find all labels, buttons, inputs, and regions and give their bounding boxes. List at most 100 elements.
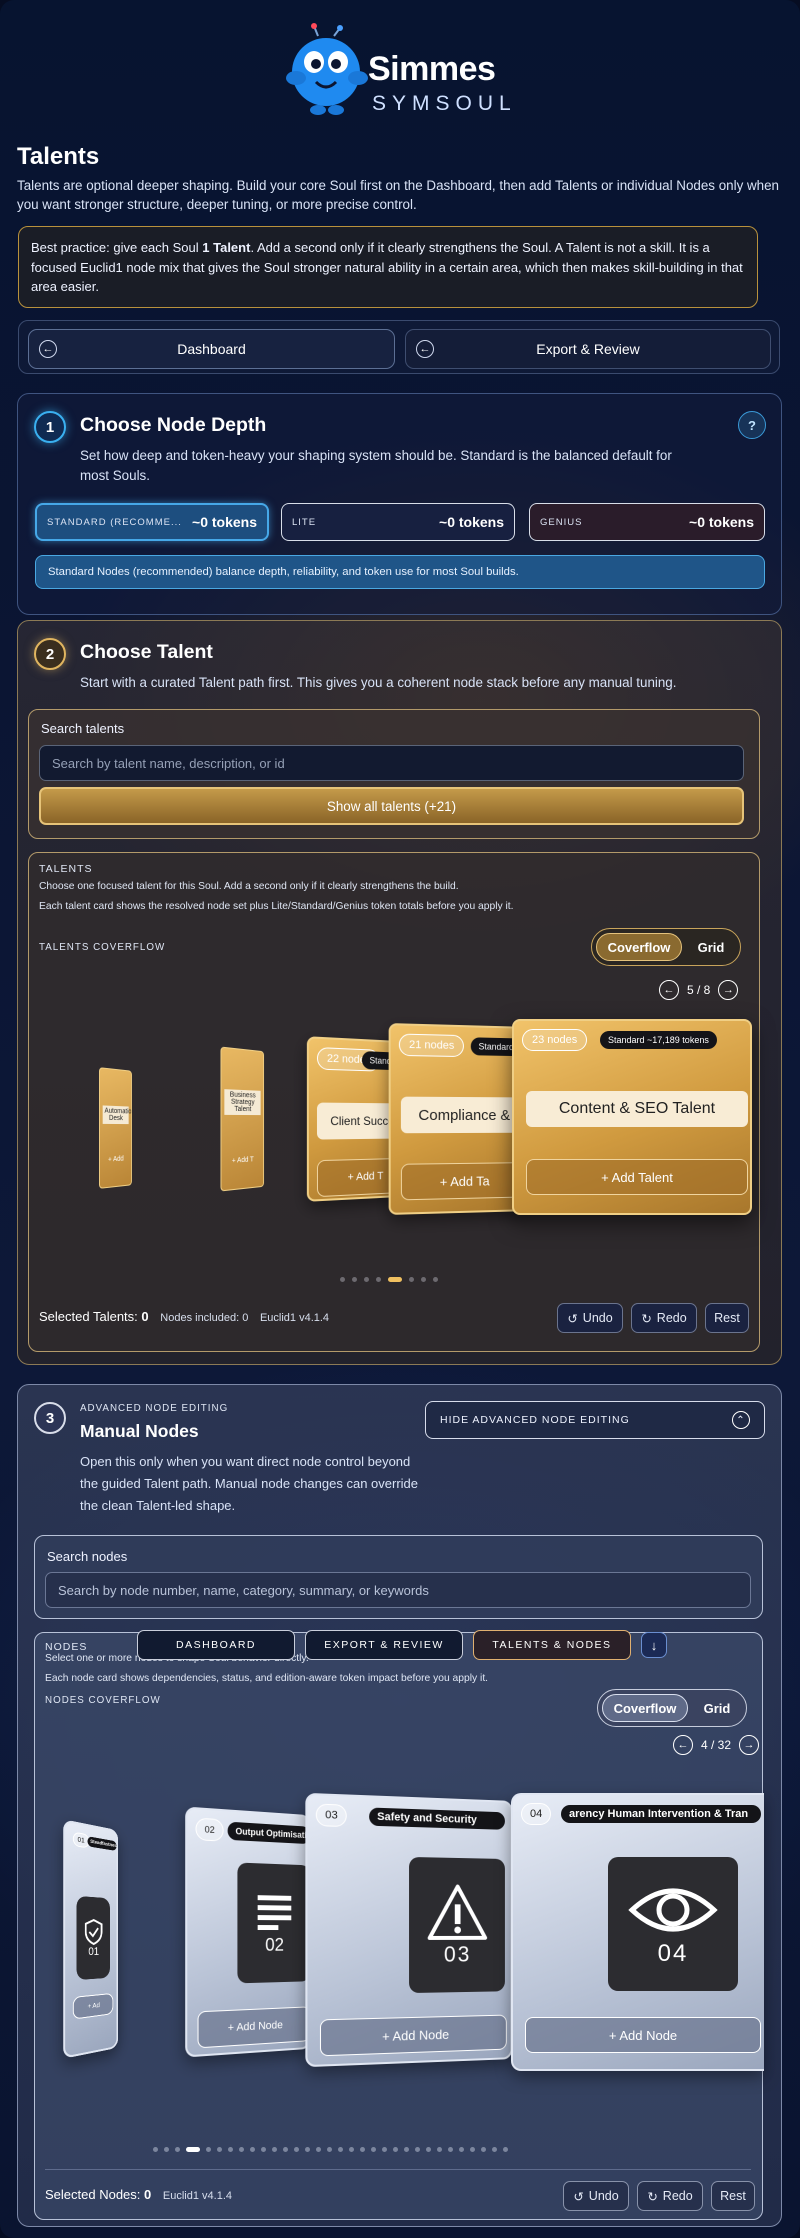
node-card[interactable]: 01 Steadfastness 01 + Ad	[63, 1819, 119, 2059]
section-description: Start with a curated Talent path first. …	[80, 675, 677, 690]
carousel-dot[interactable]	[217, 2147, 222, 2152]
grid-tab[interactable]: Grid	[692, 1694, 742, 1722]
talent-footer: Selected Talents: 0 Nodes included: 0 Eu…	[39, 1309, 330, 1324]
add-talent-button[interactable]: + Add Talent	[526, 1159, 748, 1195]
talent-card[interactable]: 21 nodes Standard Compliance & + Add Ta	[388, 1023, 527, 1215]
carousel-dot[interactable]	[376, 1277, 381, 1282]
view-toggle: Coverflow Grid	[591, 928, 741, 966]
redo-button[interactable]: ↻ Redo	[631, 1303, 697, 1333]
carousel-dot[interactable]	[364, 1277, 369, 1282]
carousel-dot[interactable]	[316, 2147, 321, 2152]
choose-talent-section: 2 Choose Talent Start with a curated Tal…	[17, 620, 782, 1365]
carousel-dot[interactable]	[349, 2147, 354, 2152]
node-card[interactable]: 02 Output Optimisation 02 + Add Node	[185, 1806, 311, 2058]
manual-nodes-section: 3 ADVANCED NODE EDITING Manual Nodes Ope…	[17, 1384, 782, 2227]
section-title: Choose Node Depth	[80, 414, 267, 436]
carousel-dot[interactable]	[415, 2147, 420, 2152]
tier-genius[interactable]: GENIUS ~0 tokens	[529, 503, 765, 541]
carousel-dot[interactable]	[340, 1277, 345, 1282]
coverflow-tab[interactable]: Coverflow	[602, 1694, 688, 1722]
dashboard-button[interactable]: ← Dashboard	[28, 329, 395, 369]
carousel-dot[interactable]	[433, 1277, 438, 1282]
undo-button[interactable]: ↺ Undo	[557, 1303, 623, 1333]
carousel-dot[interactable]	[437, 2147, 442, 2152]
carousel-dot[interactable]	[503, 2147, 508, 2152]
prev-arrow-icon[interactable]: ←	[673, 1735, 693, 1755]
carousel-dot[interactable]	[228, 2147, 233, 2152]
tier-standard[interactable]: STANDARD (RECOMME... ~0 tokens	[35, 503, 269, 541]
reset-button[interactable]: Rest	[705, 1303, 749, 1333]
carousel-dot[interactable]	[481, 2147, 486, 2152]
carousel-dot[interactable]	[206, 2147, 211, 2152]
hide-advanced-button[interactable]: HIDE ADVANCED NODE EDITING ⌃	[425, 1401, 765, 1439]
carousel-dot[interactable]	[426, 2147, 431, 2152]
redo-button[interactable]: ↻ Redo	[637, 2181, 703, 2211]
carousel-dot[interactable]	[382, 2147, 387, 2152]
next-arrow-icon[interactable]: →	[718, 980, 739, 1000]
carousel-dot[interactable]	[371, 2147, 376, 2152]
arrow-down-icon[interactable]: ↓	[641, 1632, 667, 1658]
carousel-dot[interactable]	[448, 2147, 453, 2152]
carousel-dot[interactable]	[261, 2147, 266, 2152]
carousel-dot[interactable]	[492, 2147, 497, 2152]
float-nav-dashboard[interactable]: DASHBOARD	[137, 1630, 295, 1660]
carousel-dot[interactable]	[153, 2147, 158, 2152]
talent-card[interactable]: Business Strategy Talent + Add T	[220, 1046, 265, 1192]
tier-note: Standard Nodes (recommended) balance dep…	[35, 555, 765, 589]
carousel-dot[interactable]	[250, 2147, 255, 2152]
carousel-dot[interactable]	[327, 2147, 332, 2152]
carousel-dot[interactable]	[239, 2147, 244, 2152]
float-nav-export[interactable]: EXPORT & REVIEW	[305, 1630, 463, 1660]
next-arrow-icon[interactable]: →	[739, 1735, 760, 1755]
prev-arrow-icon[interactable]: ←	[659, 980, 679, 1000]
carousel-dot-active[interactable]	[388, 1277, 402, 1282]
step-number: 3	[34, 1402, 66, 1434]
talent-name: Content & SEO Talent	[526, 1091, 748, 1127]
node-count-badge: 23 nodes	[522, 1029, 588, 1051]
carousel-dot[interactable]	[421, 1277, 426, 1282]
carousel-dot[interactable]	[360, 2147, 365, 2152]
node-search-input[interactable]: Search by node number, name, category, s…	[45, 1572, 751, 1608]
divider	[45, 2169, 751, 2170]
talent-card-selected[interactable]: 23 nodes Standard ~17,189 tokens Content…	[512, 1019, 752, 1215]
carousel-dots	[153, 2147, 508, 2152]
coverflow-tab[interactable]: Coverflow	[596, 933, 682, 961]
carousel-dot[interactable]	[352, 1277, 357, 1282]
export-review-button[interactable]: ← Export & Review	[405, 329, 771, 369]
help-button[interactable]: ?	[738, 411, 766, 439]
grid-tab[interactable]: Grid	[686, 933, 736, 961]
warning-icon: 03	[409, 1856, 505, 1994]
carousel-dot[interactable]	[459, 2147, 464, 2152]
node-card[interactable]: 03 Safety and Security 03 + Add Node	[305, 1792, 513, 2068]
list-icon: 02	[237, 1862, 311, 1984]
carousel-dot[interactable]	[470, 2147, 475, 2152]
reset-button[interactable]: Rest	[711, 2181, 755, 2211]
carousel-dot[interactable]	[175, 2147, 180, 2152]
tier-lite[interactable]: LITE ~0 tokens	[281, 503, 515, 541]
talent-card[interactable]: Automation Desk + Add	[99, 1067, 132, 1189]
carousel-dot[interactable]	[294, 2147, 299, 2152]
float-nav-talents[interactable]: TALENTS & NODES	[473, 1630, 631, 1660]
node-footer: Selected Nodes: 0 Euclid1 v4.1.4	[45, 2187, 232, 2202]
talent-search-input[interactable]: Search by talent name, description, or i…	[39, 745, 744, 781]
show-all-talents-button[interactable]: Show all talents (+21)	[39, 787, 744, 825]
carousel-dot[interactable]	[272, 2147, 277, 2152]
node-card-selected[interactable]: 04 arency Human Intervention & Tran 04 +…	[511, 1793, 764, 2071]
carousel-dot-active[interactable]	[186, 2147, 200, 2152]
carousel-dot[interactable]	[404, 2147, 409, 2152]
carousel-dot[interactable]	[393, 2147, 398, 2152]
talent-pager: ← 5 / 8 →	[659, 980, 739, 1000]
carousel-dot[interactable]	[338, 2147, 343, 2152]
redo-icon: ↻	[641, 1311, 652, 1326]
section-title: Manual Nodes	[80, 1421, 199, 1441]
node-count-badge: 21 nodes	[398, 1033, 465, 1058]
view-toggle: Coverflow Grid	[597, 1689, 747, 1727]
carousel-dot[interactable]	[409, 1277, 414, 1282]
add-talent-button[interactable]: + Add Ta	[400, 1162, 527, 1201]
carousel-dot[interactable]	[164, 2147, 169, 2152]
page-intro: Talents are optional deeper shaping. Bui…	[17, 178, 780, 212]
carousel-dot[interactable]	[283, 2147, 288, 2152]
undo-button[interactable]: ↺ Undo	[563, 2181, 629, 2211]
page-title: Talents	[17, 143, 100, 170]
carousel-dot[interactable]	[305, 2147, 310, 2152]
